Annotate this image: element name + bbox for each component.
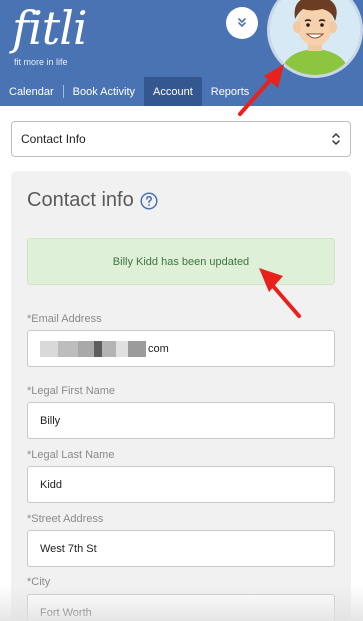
double-chevron-down-icon — [238, 18, 246, 27]
logo-tagline: fit more in life — [14, 57, 68, 67]
nav-item-account[interactable]: Account — [144, 77, 202, 106]
logo-wordmark: fitli — [12, 1, 88, 55]
street-address-label: *Street Address — [27, 513, 104, 525]
city-label: *City — [27, 576, 51, 588]
section-select-value: Contact Info — [21, 132, 86, 146]
first-name-label: *Legal First Name — [27, 385, 116, 397]
first-name-field[interactable]: Billy — [27, 402, 335, 439]
city-field[interactable]: Fort Worth — [27, 594, 335, 621]
nav-item-calendar[interactable]: Calendar — [0, 77, 63, 106]
card-title: Contact info — [27, 189, 158, 212]
contact-info-card: Contact info Billy Kidd has been updated… — [11, 171, 351, 621]
expand-menu-button[interactable] — [226, 7, 258, 39]
main-nav: Calendar Book Activity Account Reports — [0, 77, 258, 106]
annotation-arrow-alert — [259, 268, 301, 318]
section-select[interactable]: Contact Info — [11, 121, 351, 157]
annotation-arrow-avatar — [238, 64, 284, 116]
email-field[interactable]: com — [27, 330, 335, 367]
email-value-suffix: com — [148, 342, 169, 355]
up-down-caret-icon — [332, 133, 340, 145]
nav-item-book-activity[interactable]: Book Activity — [64, 77, 144, 106]
email-label: *Email Address — [27, 313, 102, 325]
last-name-field[interactable]: Kidd — [27, 466, 335, 503]
fitli-logo[interactable]: fitli fit more in life — [12, 1, 88, 67]
question-circle-icon[interactable] — [140, 191, 158, 210]
last-name-label: *Legal Last Name — [27, 449, 115, 461]
card-title-text: Contact info — [27, 189, 134, 211]
email-redacted-blur — [40, 340, 146, 357]
street-address-field[interactable]: West 7th St — [27, 530, 335, 567]
